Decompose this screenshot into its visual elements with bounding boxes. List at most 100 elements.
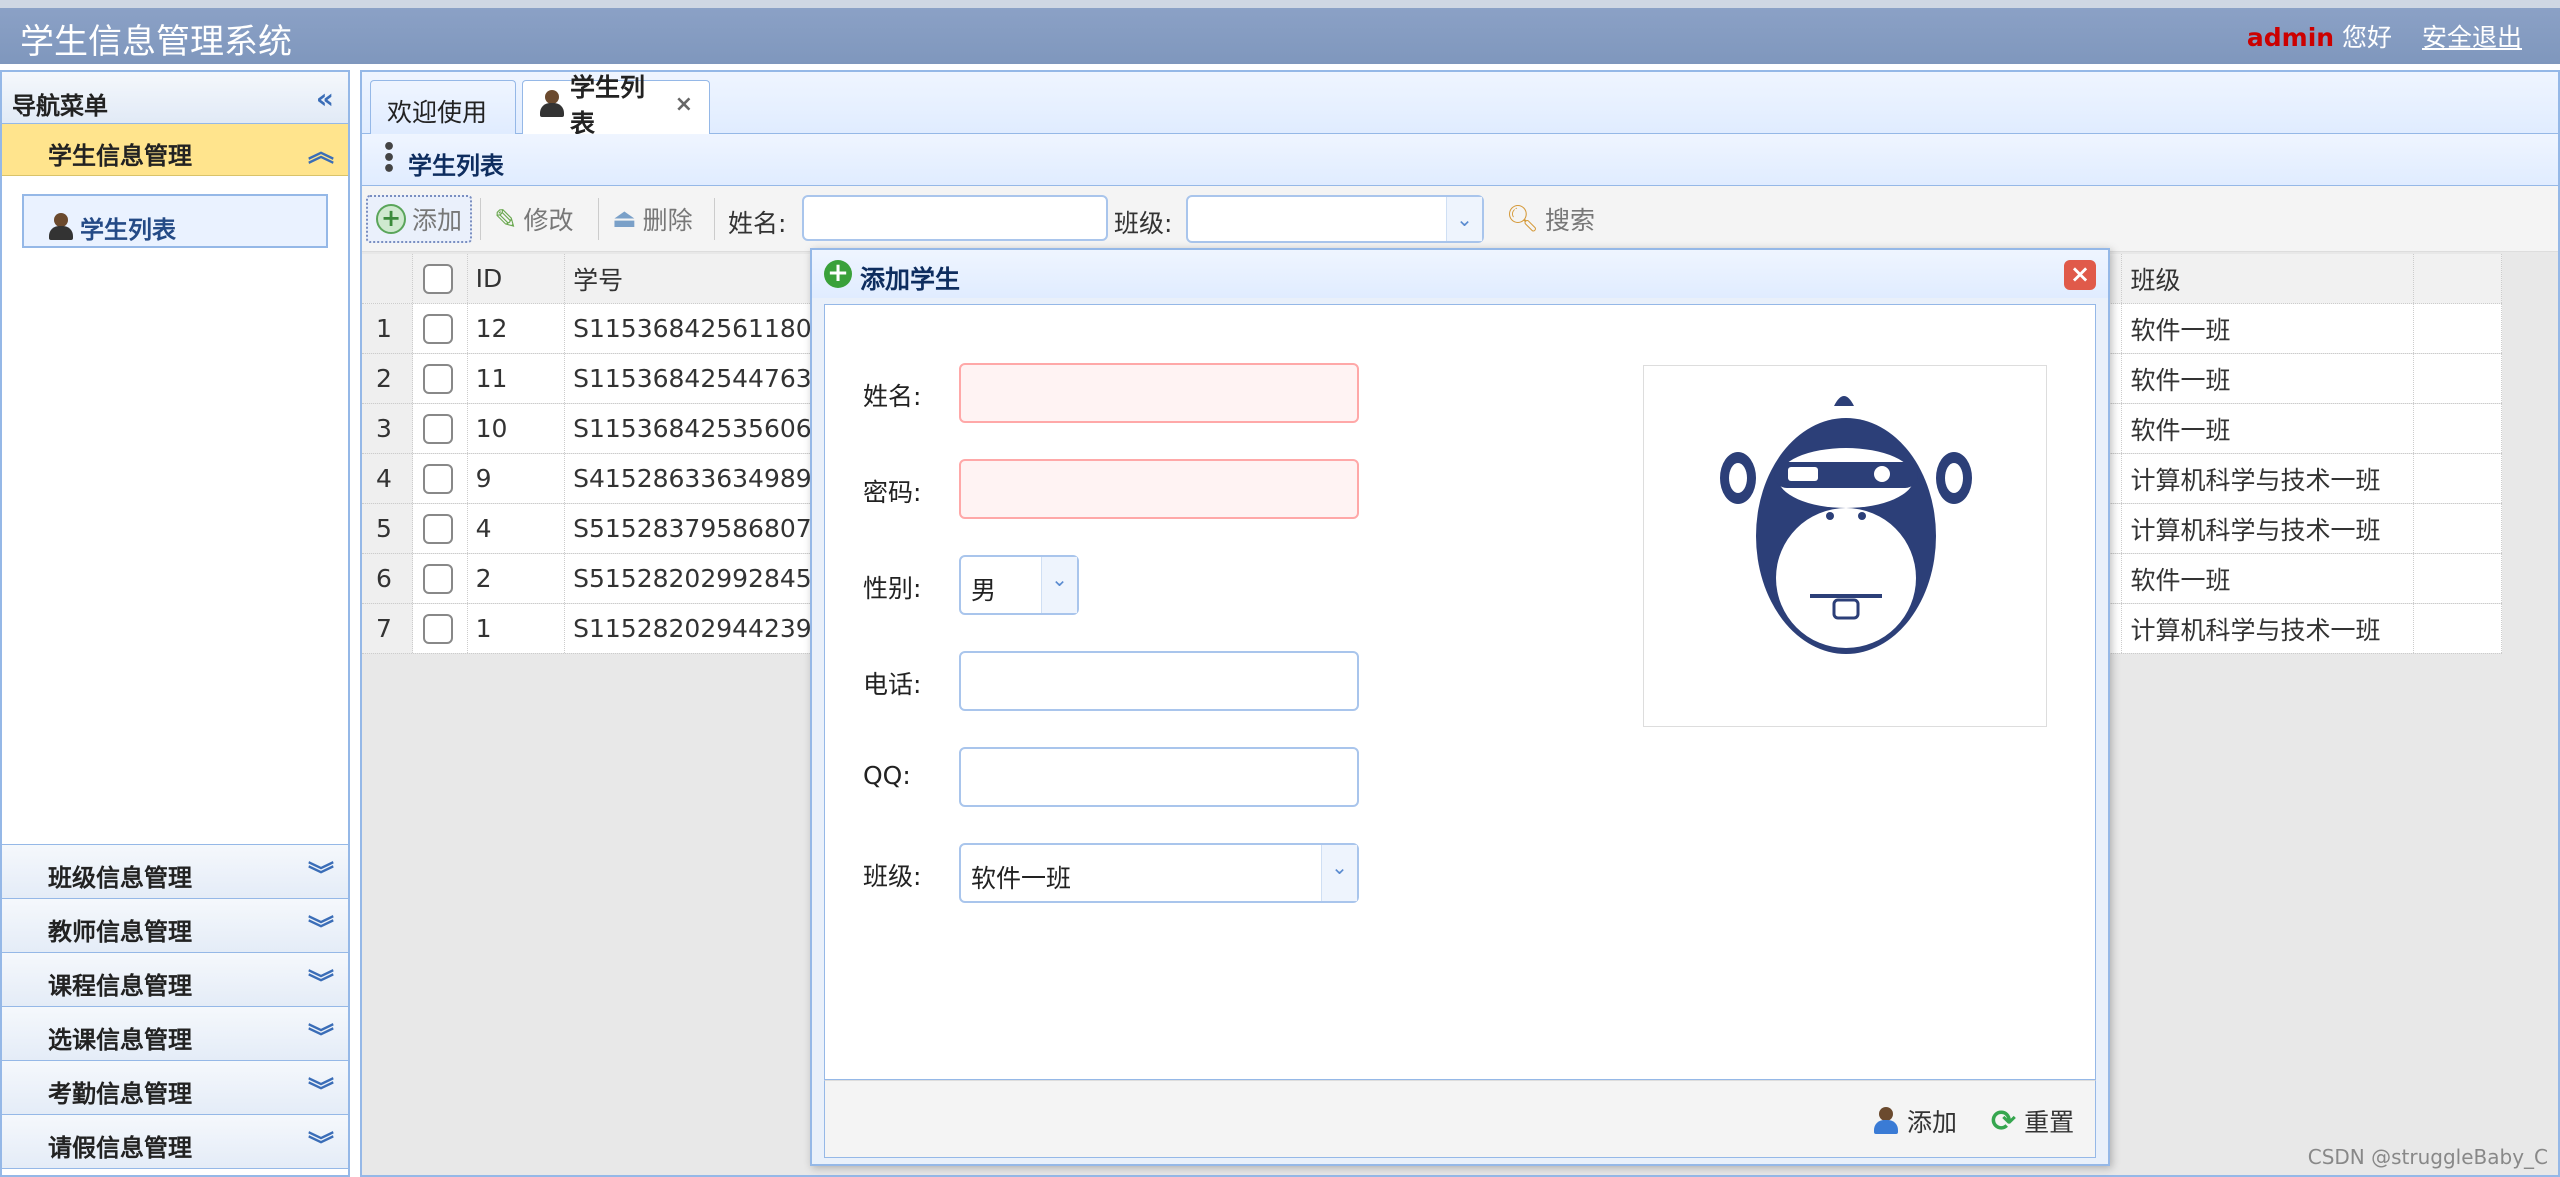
cell-class: 计算机科学与技术一班	[2122, 504, 2415, 553]
menu-group-label: 选课信息管理	[48, 1026, 192, 1054]
greeting-text: 您好	[2342, 23, 2393, 52]
menu-group-label: 课程信息管理	[48, 972, 192, 1000]
cell-id: 4	[467, 504, 566, 553]
gender-select[interactable]: 男 ⌄	[959, 555, 1079, 615]
qq-field[interactable]	[959, 747, 1359, 807]
refresh-icon: ⟳	[1991, 1103, 2017, 1139]
row-checkbox[interactable]	[422, 513, 453, 544]
name-label: 姓名:	[863, 382, 922, 411]
menu-group-body: 学生列表	[2, 176, 348, 845]
class-filter-select[interactable]: ⌄	[1186, 195, 1484, 243]
chevron-up-icon: ︽	[307, 138, 334, 168]
add-user-icon	[1873, 1107, 1899, 1135]
gender-value: 男	[971, 576, 997, 605]
phone-field[interactable]	[959, 651, 1359, 711]
edit-label: 修改	[523, 206, 574, 235]
row-number: 1	[362, 304, 413, 353]
add-label: 添加	[412, 206, 463, 235]
menu-group-label: 考勤信息管理	[48, 1080, 192, 1108]
select-all-checkbox[interactable]	[422, 263, 453, 294]
class-row: 班级: 软件一班 ⌄	[825, 843, 1425, 903]
password-field[interactable]	[959, 459, 1359, 519]
logout-link[interactable]: 安全退出	[2422, 23, 2522, 52]
panel-header: • • • 学生列表	[362, 134, 2558, 186]
user-name: admin	[2246, 23, 2335, 52]
menu-group-course[interactable]: 课程信息管理 ︾	[2, 953, 348, 1007]
cell-class: 软件一班	[2122, 554, 2415, 603]
cell-filler	[2414, 504, 2503, 553]
gender-row: 性别: 男 ⌄	[825, 555, 1425, 615]
row-number-header	[362, 254, 413, 303]
dialog-header: + 添加学生 ×	[812, 250, 2108, 298]
menu-dots-icon: • • •	[382, 135, 397, 182]
dialog-footer: 添加 ⟳ 重置	[824, 1080, 2096, 1158]
menu-group-attendance[interactable]: 考勤信息管理 ︾	[2, 1061, 348, 1115]
cell-id: 9	[467, 454, 566, 503]
row-checkbox[interactable]	[422, 363, 453, 394]
row-checkbox[interactable]	[422, 463, 453, 494]
header-filler	[2414, 254, 2503, 303]
tab-student-list[interactable]: 学生列表 ×	[522, 73, 710, 138]
edit-button[interactable]: ✎ 修改	[486, 195, 581, 243]
chevron-down-icon: ⌄	[1041, 557, 1077, 613]
close-icon[interactable]: ×	[675, 92, 693, 117]
close-icon[interactable]: ×	[2064, 260, 2096, 290]
cell-class: 软件一班	[2122, 304, 2415, 353]
toolbar: + 添加 ✎ 修改 ⏏ 删除 姓名: 班级: ⌄ 🔍︎ 搜索	[362, 186, 2558, 252]
sidebar-item-student-list[interactable]: 学生列表	[22, 194, 328, 248]
row-number: 7	[362, 604, 413, 653]
password-label: 密码:	[863, 478, 922, 507]
cell-filler	[2414, 454, 2503, 503]
menu-group-class[interactable]: 班级信息管理 ︾	[2, 845, 348, 899]
class-select[interactable]: 软件一班 ⌄	[959, 843, 1359, 903]
search-icon: 🔍︎	[1506, 204, 1540, 234]
row-checkbox[interactable]	[422, 413, 453, 444]
watermark: CSDN @struggleBaby_C	[2307, 1145, 2548, 1169]
chevron-down-icon: ⌄	[1446, 197, 1482, 241]
cell-id: 2	[467, 554, 566, 603]
add-button[interactable]: + 添加	[366, 195, 473, 243]
dialog-title: 添加学生	[860, 265, 961, 294]
tab-welcome[interactable]: 欢迎使用	[370, 80, 516, 134]
menu-group-selection[interactable]: 选课信息管理 ︾	[2, 1007, 348, 1061]
app-title: 学生信息管理系统	[20, 22, 292, 62]
menu-group-student[interactable]: 学生信息管理 ︽	[2, 124, 348, 176]
cell-id: 10	[467, 404, 566, 453]
row-select-cell	[412, 504, 468, 553]
plus-icon: +	[824, 260, 852, 288]
header-class[interactable]: 班级	[2122, 254, 2415, 303]
cell-id: 1	[467, 604, 566, 653]
row-checkbox[interactable]	[422, 563, 453, 594]
row-select-cell	[412, 604, 468, 653]
row-checkbox[interactable]	[422, 613, 453, 644]
delete-button[interactable]: ⏏ 删除	[604, 195, 701, 243]
row-select-cell	[412, 404, 468, 453]
tab-label: 欢迎使用	[387, 98, 488, 127]
add-student-dialog: + 添加学生 × 姓名: 密码: 性别: 男 ⌄ 电话: QQ: 班级: 软件一…	[810, 248, 2110, 1166]
collapse-left-icon[interactable]: «	[316, 82, 334, 115]
qq-label: QQ:	[863, 761, 911, 790]
menu-group-leave[interactable]: 请假信息管理 ︾	[2, 1115, 348, 1169]
cell-class: 计算机科学与技术一班	[2122, 454, 2415, 503]
row-number: 5	[362, 504, 413, 553]
separator	[598, 198, 599, 240]
row-checkbox[interactable]	[422, 313, 453, 344]
submit-add-button[interactable]: 添加	[1873, 1101, 1957, 1141]
menu-group-label: 班级信息管理	[48, 864, 192, 892]
row-select-cell	[412, 554, 468, 603]
cell-filler	[2414, 404, 2503, 453]
class-label: 班级:	[863, 862, 922, 891]
phone-label: 电话:	[863, 670, 922, 699]
reset-button[interactable]: ⟳ 重置	[1991, 1101, 2074, 1141]
menu-group-teacher[interactable]: 教师信息管理 ︾	[2, 899, 348, 953]
name-field[interactable]	[959, 363, 1359, 423]
name-filter-input[interactable]	[802, 195, 1108, 241]
menu-group-label: 教师信息管理	[48, 918, 192, 946]
search-button[interactable]: 🔍︎ 搜索	[1498, 195, 1603, 243]
delete-label: 删除	[642, 206, 693, 235]
select-all-cell	[412, 254, 468, 303]
header-id[interactable]: ID	[467, 254, 566, 303]
row-number: 6	[362, 554, 413, 603]
row-select-cell	[412, 354, 468, 403]
chevron-down-icon: ⌄	[1321, 845, 1357, 901]
